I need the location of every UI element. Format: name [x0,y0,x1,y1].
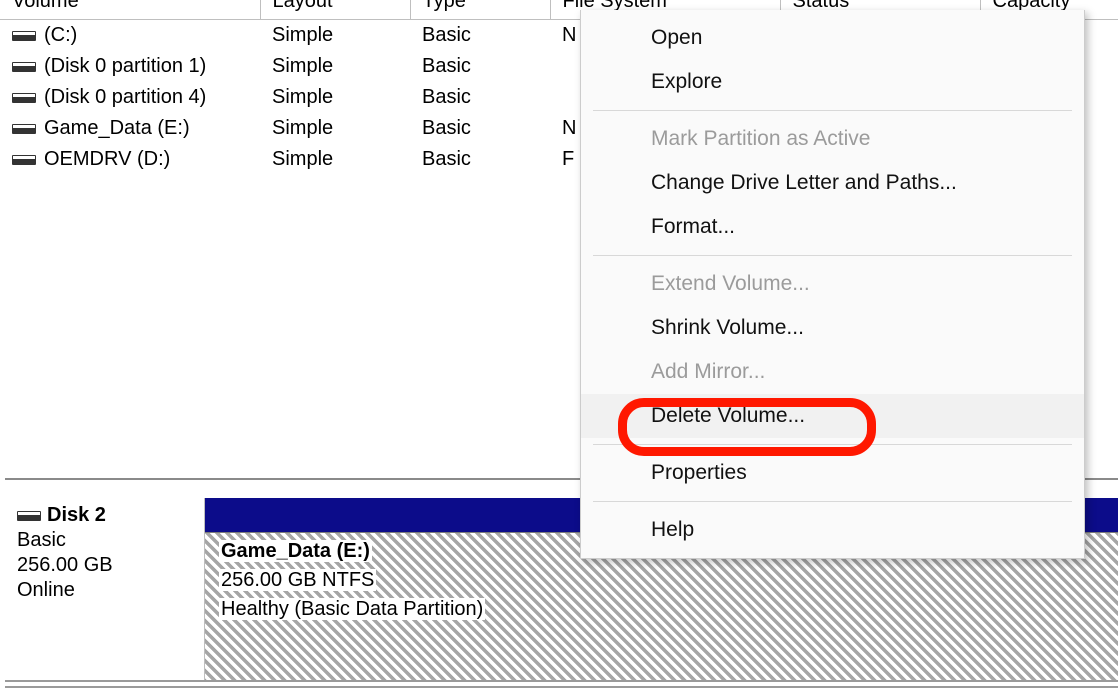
menu-delete-volume[interactable]: Delete Volume... [581,394,1084,438]
disk-size: 256.00 GB [17,554,190,577]
menu-change-drive-letter[interactable]: Change Drive Letter and Paths... [581,161,1084,205]
col-header-layout[interactable]: Layout [260,0,410,20]
disk-title: Disk 2 [47,504,106,527]
disk-status: Online [17,579,190,602]
menu-help[interactable]: Help [581,508,1084,552]
menu-open[interactable]: Open [581,16,1084,60]
volume-layout: Simple [260,20,410,52]
volume-name: (Disk 0 partition 1) [44,55,206,78]
disk-type: Basic [17,529,190,552]
menu-add-mirror: Add Mirror... [581,350,1084,394]
partition-title: Game_Data (E:) [219,540,372,562]
menu-separator [593,110,1072,111]
menu-format[interactable]: Format... [581,205,1084,249]
volume-type: Basic [410,51,550,82]
menu-separator [593,255,1072,256]
volume-name: OEMDRV (D:) [44,148,170,171]
volume-name: (C:) [44,24,77,47]
menu-separator [593,501,1072,502]
partition-status: Healthy (Basic Data Partition) [219,598,485,620]
volume-layout: Simple [260,82,410,113]
context-menu: Open Explore Mark Partition as Active Ch… [580,10,1085,559]
volume-layout: Simple [260,51,410,82]
disk-info-panel[interactable]: Disk 2 Basic 256.00 GB Online [5,498,205,683]
menu-mark-partition-active: Mark Partition as Active [581,117,1084,161]
menu-separator [593,444,1072,445]
disk-icon [17,511,41,521]
menu-explore[interactable]: Explore [581,60,1084,104]
volume-icon [12,124,36,134]
volume-type: Basic [410,144,550,175]
volume-type: Basic [410,113,550,144]
volume-type: Basic [410,82,550,113]
col-header-volume[interactable]: Volume [0,0,260,20]
menu-properties[interactable]: Properties [581,451,1084,495]
menu-extend-volume: Extend Volume... [581,262,1084,306]
volume-layout: Simple [260,113,410,144]
volume-layout: Simple [260,144,410,175]
menu-shrink-volume[interactable]: Shrink Volume... [581,306,1084,350]
volume-icon [12,62,36,72]
col-header-type[interactable]: Type [410,0,550,20]
volume-icon [12,155,36,165]
volume-icon [12,93,36,103]
partition-size-fs: 256.00 GB NTFS [219,569,376,591]
volume-icon [12,31,36,41]
volume-name: (Disk 0 partition 4) [44,86,206,109]
volume-name: Game_Data (E:) [44,117,190,140]
volume-type: Basic [410,20,550,52]
pane-separator [5,680,1118,688]
